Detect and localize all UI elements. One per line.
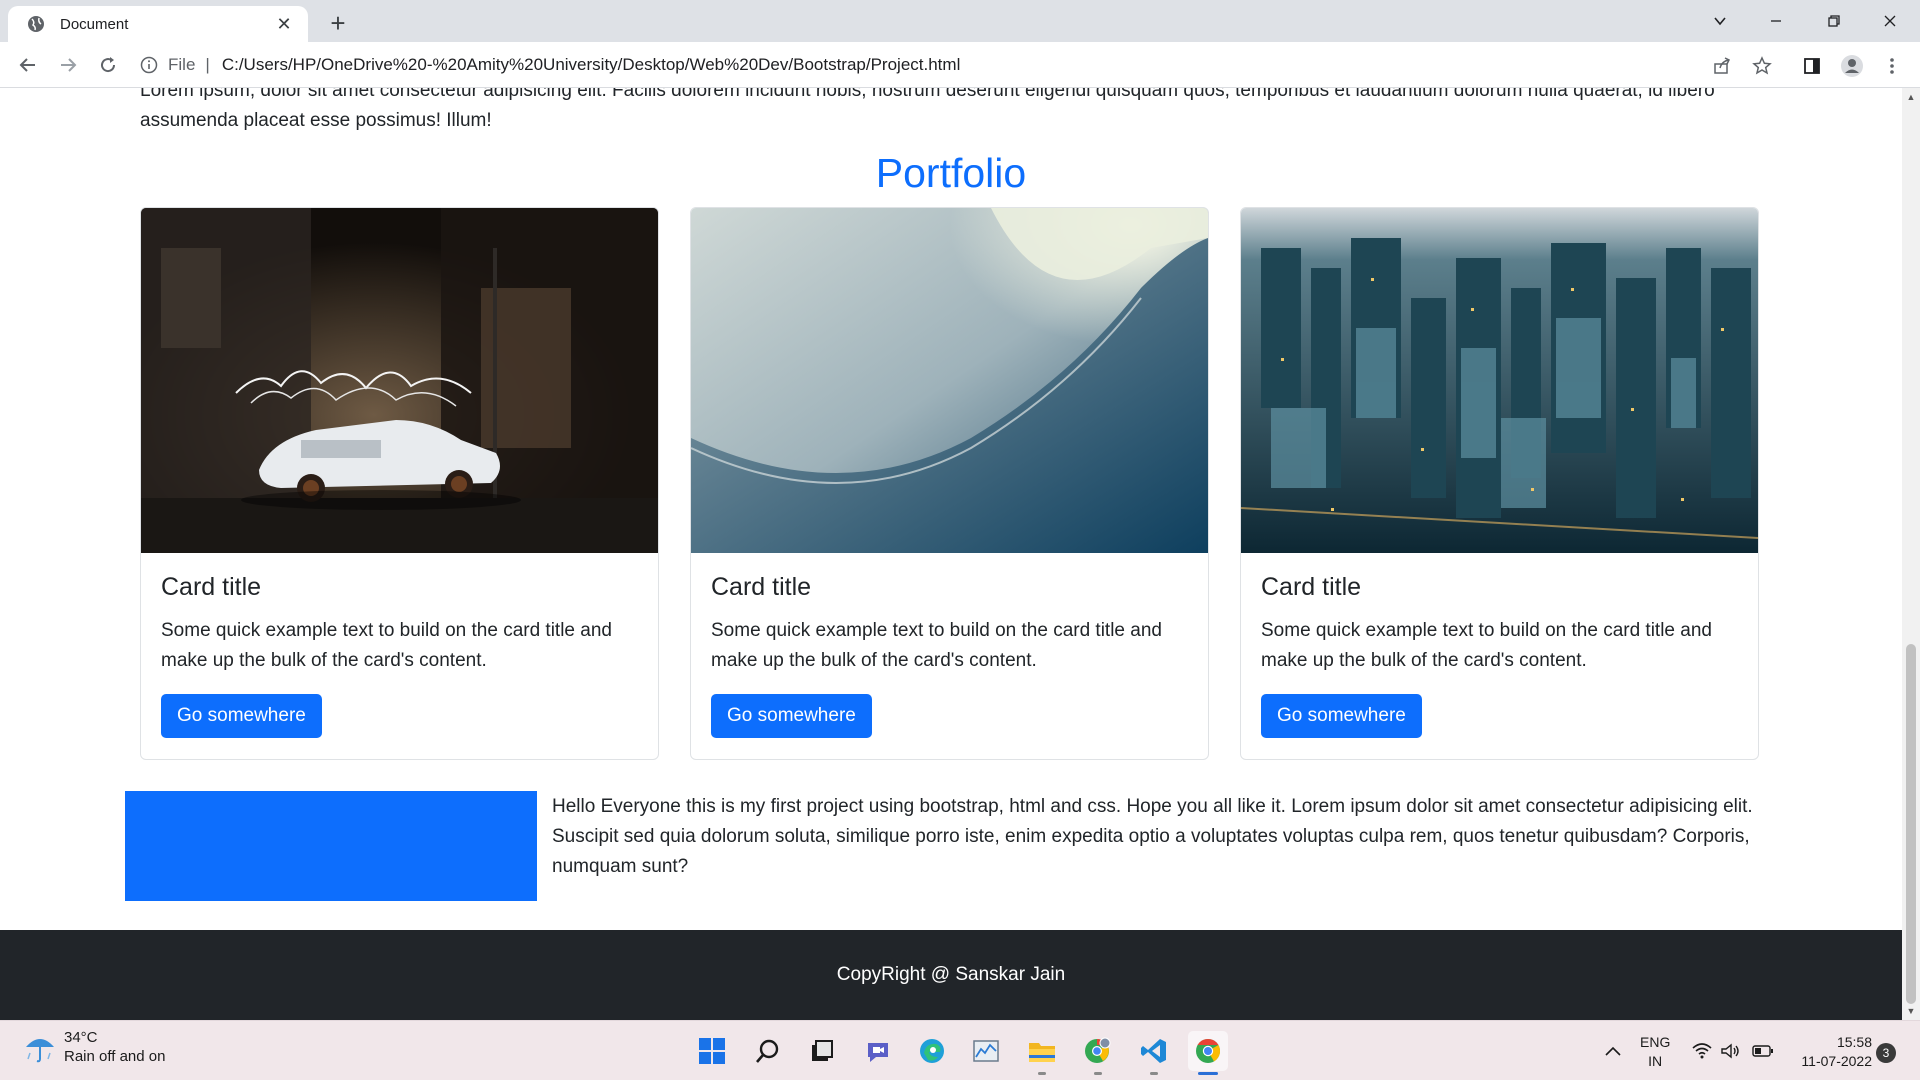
- chart-app-icon[interactable]: [966, 1031, 1006, 1071]
- address-separator: |: [205, 55, 210, 74]
- volume-icon[interactable]: [1720, 1021, 1740, 1080]
- show-hidden-icons-chevron-icon[interactable]: [1604, 1021, 1622, 1080]
- card-body: Card title Some quick example text to bu…: [691, 553, 1208, 758]
- windows-start-icon[interactable]: [692, 1031, 732, 1071]
- about-paragraph: Hello Everyone this is my first project …: [552, 796, 1753, 877]
- weather-widget[interactable]: 34°C Rain off and on: [22, 1029, 165, 1065]
- page-viewport: Lorem ipsum, dolor sit amet consectetur …: [0, 88, 1902, 1020]
- scrollbar-thumb[interactable]: [1906, 644, 1916, 1004]
- portfolio-card-2: Card title Some quick example text to bu…: [690, 207, 1209, 760]
- running-indicator: [1094, 1072, 1102, 1075]
- address-bar[interactable]: File | C:/Users/HP/OneDrive%20-%20Amity%…: [140, 48, 1770, 82]
- weather-condition: Rain off and on: [64, 1048, 166, 1065]
- running-indicator: [1150, 1072, 1158, 1075]
- share-icon[interactable]: [1708, 52, 1736, 80]
- go-somewhere-button[interactable]: Go somewhere: [161, 694, 322, 738]
- card-text: Some quick example text to build on the …: [1261, 620, 1712, 671]
- back-arrow-icon[interactable]: [12, 50, 44, 80]
- active-indicator: [1198, 1072, 1218, 1075]
- browser-tab-document[interactable]: Document ✕: [8, 6, 308, 42]
- input-language-indicator[interactable]: ENG IN: [1640, 1033, 1670, 1071]
- kebab-menu-icon[interactable]: [1878, 52, 1906, 80]
- restore-icon[interactable]: [1806, 0, 1862, 42]
- vscode-icon[interactable]: [1134, 1031, 1174, 1075]
- portfolio-card-3: Card title Some quick example text to bu…: [1240, 207, 1759, 760]
- portfolio-card-1: Card title Some quick example text to bu…: [140, 207, 659, 760]
- close-window-icon[interactable]: [1862, 0, 1918, 42]
- card-title: Card title: [1261, 573, 1362, 601]
- profile-avatar-icon[interactable]: [1838, 52, 1866, 80]
- notification-count-badge[interactable]: 3: [1876, 1043, 1896, 1063]
- browser-tab-strip: Document ✕ +: [0, 0, 1920, 42]
- chrome-profile-icon[interactable]: [1078, 1031, 1118, 1075]
- portfolio-heading: Portfolio: [875, 150, 1027, 196]
- system-clock[interactable]: 15:58 11-07-2022: [1790, 1033, 1872, 1071]
- clock-date: 11-07-2022: [1801, 1053, 1872, 1069]
- card-title: Card title: [711, 573, 812, 601]
- reload-icon[interactable]: [92, 50, 124, 80]
- language-region: IN: [1648, 1053, 1663, 1069]
- tab-search-chevron-icon[interactable]: [1692, 0, 1748, 42]
- side-panel-icon[interactable]: [1798, 52, 1826, 80]
- teams-chat-icon[interactable]: [858, 1031, 898, 1071]
- bookmark-star-icon[interactable]: [1748, 52, 1776, 80]
- card-image-abstract-curve: [691, 208, 1208, 553]
- search-icon[interactable]: [748, 1031, 788, 1071]
- forward-arrow-icon[interactable]: [52, 50, 84, 80]
- card-body: Card title Some quick example text to bu…: [141, 553, 658, 758]
- info-icon[interactable]: [140, 56, 158, 74]
- chrome-active-icon[interactable]: [1188, 1031, 1228, 1075]
- card-title: Card title: [161, 573, 262, 601]
- task-view-icon[interactable]: [802, 1031, 842, 1071]
- rain-umbrella-icon: [26, 1039, 54, 1063]
- go-somewhere-button[interactable]: Go somewhere: [1261, 694, 1422, 738]
- page-scrollbar[interactable]: ▲ ▼: [1902, 88, 1920, 1020]
- browser-toolbar: File | C:/Users/HP/OneDrive%20-%20Amity%…: [0, 42, 1920, 88]
- clock-time: 15:58: [1836, 1034, 1872, 1050]
- tab-title: Document: [60, 15, 129, 33]
- go-somewhere-button[interactable]: Go somewhere: [711, 694, 872, 738]
- file-explorer-icon[interactable]: [1022, 1031, 1062, 1075]
- page-footer: CopyRight @ Sanskar Jain: [0, 930, 1902, 1020]
- card-text: Some quick example text to build on the …: [711, 620, 1162, 671]
- card-image-city-aerial: [1241, 208, 1758, 553]
- address-scheme: File: [168, 55, 196, 74]
- new-tab-button[interactable]: +: [322, 8, 354, 40]
- footer-copyright: CopyRight @ Sanskar Jain: [836, 964, 1066, 985]
- windows-taskbar: 34°C Rain off and on ENG IN 15:58 11-07-…: [0, 1020, 1920, 1080]
- blue-feature-box: [125, 791, 537, 901]
- card-body: Card title Some quick example text to bu…: [1241, 553, 1758, 758]
- scroll-up-icon[interactable]: ▲: [1906, 92, 1916, 102]
- address-url[interactable]: C:/Users/HP/OneDrive%20-%20Amity%20Unive…: [222, 55, 961, 75]
- close-tab-icon[interactable]: ✕: [272, 14, 296, 35]
- running-indicator: [1038, 1072, 1046, 1075]
- intro-paragraph: Lorem ipsum, dolor sit amet consectetur …: [140, 88, 1715, 131]
- minimize-icon[interactable]: [1748, 0, 1804, 42]
- weather-temperature: 34°C: [64, 1029, 98, 1046]
- scroll-down-icon[interactable]: ▼: [1906, 1006, 1916, 1016]
- language-code: ENG: [1640, 1034, 1671, 1050]
- card-text: Some quick example text to build on the …: [161, 620, 612, 671]
- globe-icon: [28, 16, 44, 32]
- wifi-icon[interactable]: [1692, 1021, 1712, 1080]
- edge-browser-icon[interactable]: [912, 1031, 952, 1071]
- battery-icon[interactable]: [1752, 1021, 1774, 1080]
- card-image-car-night: [141, 208, 658, 553]
